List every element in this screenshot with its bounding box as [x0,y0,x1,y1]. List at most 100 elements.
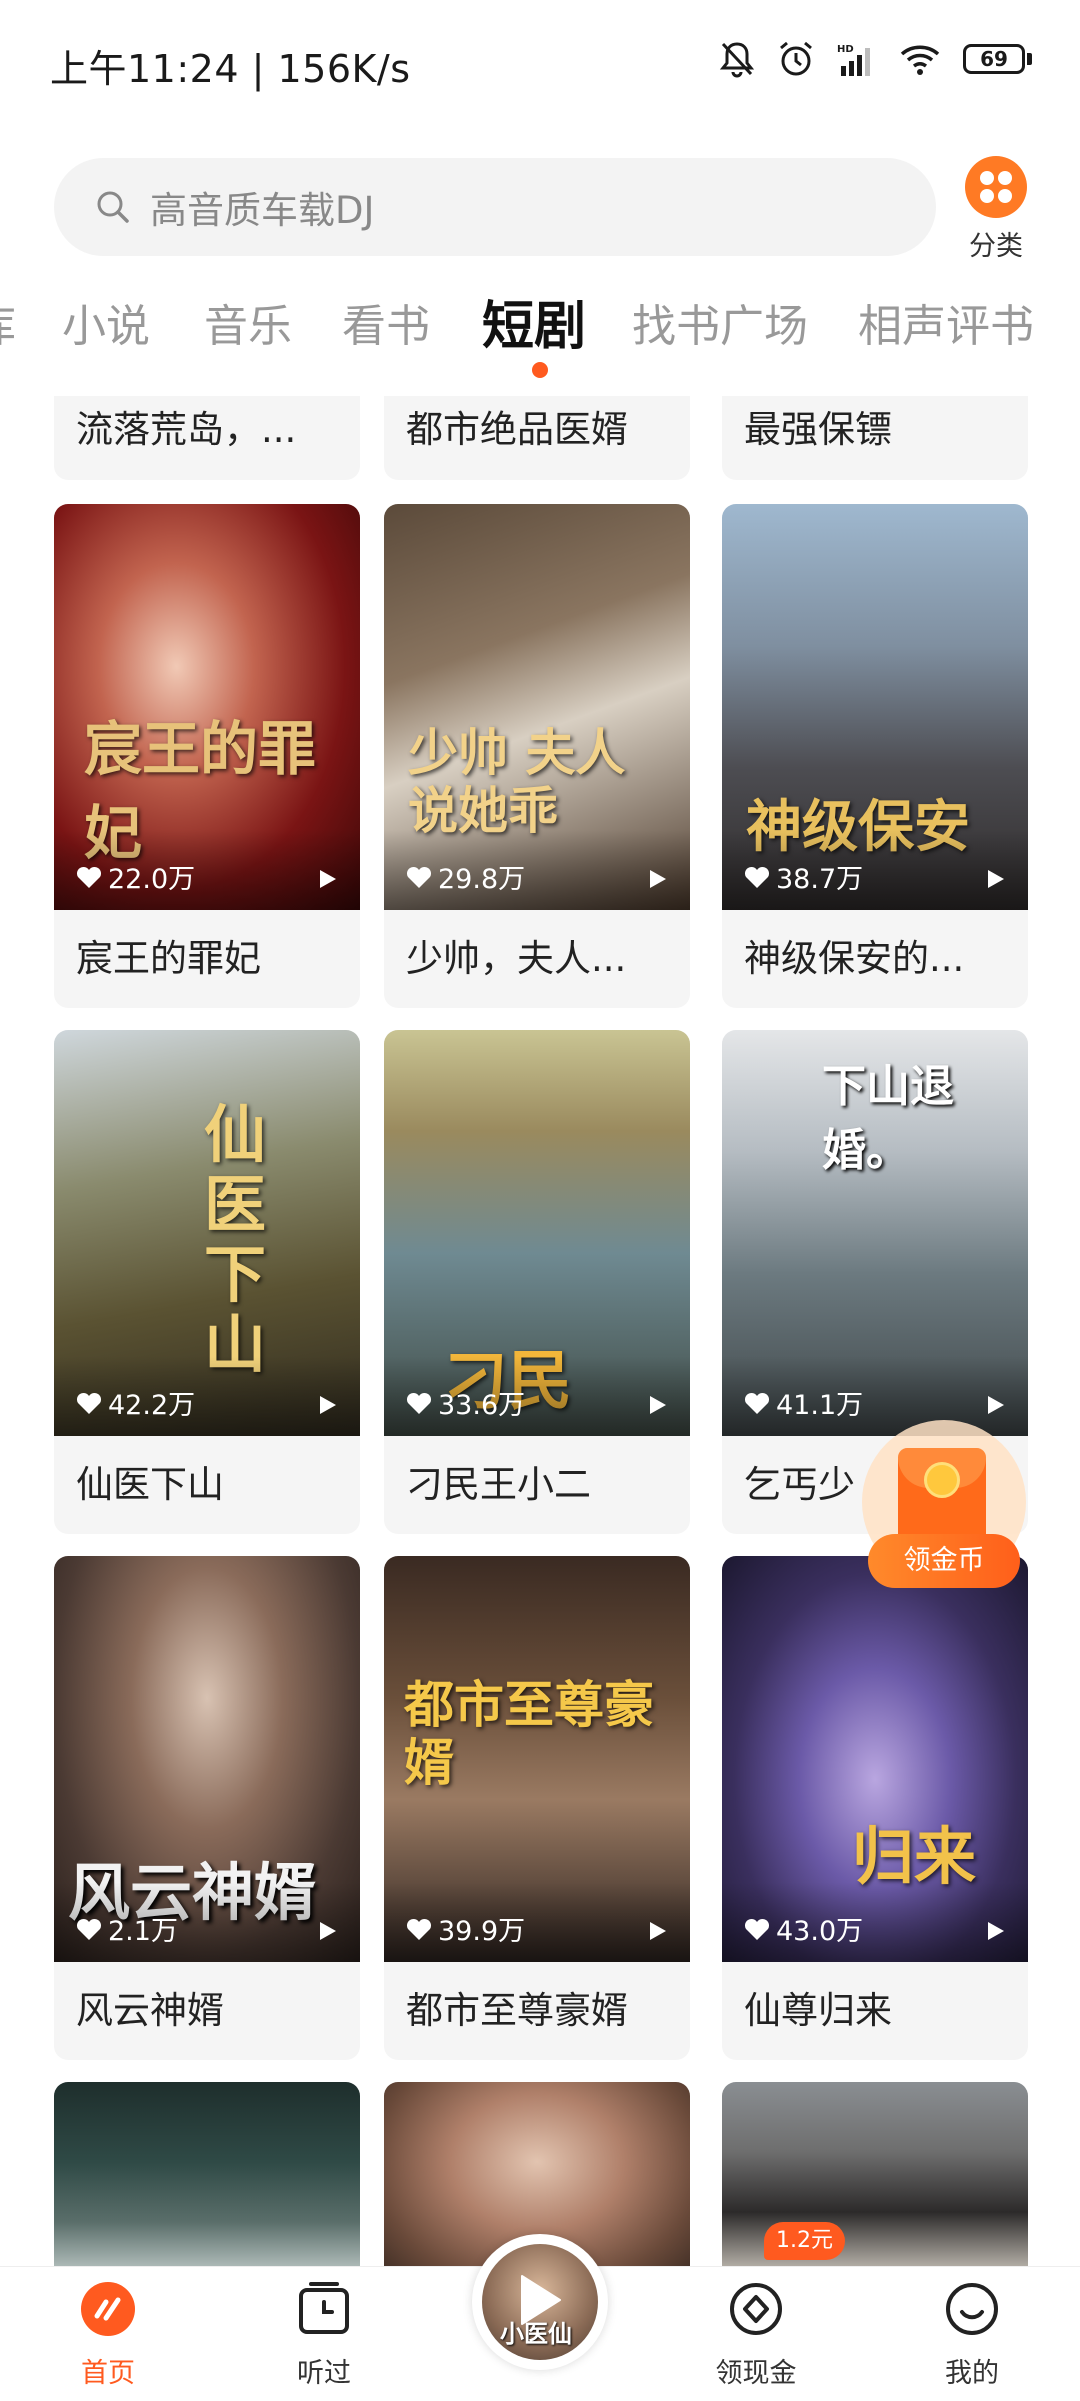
tab-reading[interactable]: 看书 [342,290,430,354]
likes-count: 39.9万 [406,1909,525,1948]
likes-value: 29.8万 [438,864,526,895]
drama-poster[interactable]: 少帅 夫人说她乖 29.8万 [384,504,690,910]
heart-icon [406,1918,432,1940]
likes-value: 42.2万 [108,1390,196,1421]
cash-badge: 1.2元 [764,2222,845,2260]
heart-icon [744,1918,770,1940]
drama-title: 都市绝品医婿 [406,408,628,451]
mute-bell-icon [719,42,755,78]
heart-icon [76,1392,102,1414]
drama-card[interactable] [54,2082,360,2266]
status-bar: 上午11:24 | 156K/s HD 69 [0,0,1080,128]
drama-poster[interactable]: 仙医下山 42.2万 [54,1030,360,1436]
play-icon [320,1396,336,1414]
play-icon [988,870,1004,888]
play-icon[interactable] [516,2270,564,2330]
likes-count: 43.0万 [744,1909,863,1948]
likes-count: 33.6万 [406,1383,525,1422]
tab-short-drama[interactable]: 短剧 [482,284,586,359]
nav-home-label: 首页 [81,2358,135,2389]
drama-poster[interactable]: 下山退婚。 41.1万 [722,1030,1028,1436]
likes-count: 41.1万 [744,1383,863,1422]
drama-card[interactable]: 神级保安 38.7万 神级保安的... [722,504,1028,1008]
likes-value: 38.7万 [776,864,864,895]
drama-card[interactable]: 归来 43.0万 仙尊归来 [722,1556,1028,2060]
svg-text:HD: HD [837,44,854,55]
likes-count: 2.1万 [76,1909,178,1948]
likes-value: 2.1万 [108,1916,178,1947]
play-icon [988,1922,1004,1940]
heart-icon [76,1918,102,1940]
drama-card[interactable]: 都市至尊豪婿 39.9万 都市至尊豪婿 [384,1556,690,2060]
drama-card[interactable]: 风云神婿 2.1万 风云神婿 [54,1556,360,2060]
tab-music[interactable]: 音乐 [204,290,292,354]
likes-count: 22.0万 [76,857,195,896]
drama-card[interactable]: 刁民 33.6万 刁民王小二 [384,1030,690,1534]
search-input[interactable]: 高音质车载DJ [54,158,936,256]
tab-crosstalk[interactable]: 相声评书 [858,290,1034,354]
tab-novel[interactable]: 小说 [62,290,150,354]
drama-title: 刁民王小二 [406,1463,591,1506]
drama-title: 都市至尊豪婿 [406,1989,628,2032]
profile-smile-icon [946,2283,998,2335]
category-icon [965,156,1027,218]
likes-value: 41.1万 [776,1390,864,1421]
drama-title: 最强保镖 [744,408,892,451]
likes-value: 22.0万 [108,864,196,895]
active-tab-indicator [532,362,548,378]
history-clock-icon [299,2282,349,2334]
drama-poster[interactable]: 归来 43.0万 [722,1556,1028,1962]
coin-reward-widget[interactable]: 领金币 [862,1420,1026,1590]
drama-card[interactable]: 都市绝品医婿 [384,396,690,480]
drama-card[interactable]: 流落荒岛，... [54,396,360,480]
play-icon [988,1396,1004,1414]
cash-coin-icon [730,2283,782,2335]
status-icons: HD 69 [719,40,1032,78]
drama-card[interactable]: 少帅 夫人说她乖 29.8万 少帅，夫人... [384,504,690,1008]
drama-poster[interactable]: 风云神婿 2.1万 [54,1556,360,1962]
nav-cash[interactable]: 领现金 [686,2275,826,2390]
drama-card[interactable]: 宸王的罪妃 22.0万 宸王的罪妃 [54,504,360,1008]
heart-icon [406,866,432,888]
cellular-signal-icon: HD [837,44,870,76]
poster-text: 都市至尊豪婿 [404,1675,654,1792]
search-icon [94,188,132,226]
play-icon [650,1396,666,1414]
heart-icon [744,866,770,888]
poster-text: 仙医下山 [204,1098,267,1381]
nav-history[interactable]: 听过 [254,2275,394,2390]
nav-profile[interactable]: 我的 [902,2275,1042,2390]
alarm-icon [780,41,812,76]
drama-poster[interactable] [54,2082,360,2266]
now-playing-disc[interactable]: 小医仙 [472,2234,608,2370]
tab-book-plaza[interactable]: 找书广场 [632,290,808,354]
nav-home[interactable]: 首页 [38,2275,178,2390]
drama-title: 仙医下山 [76,1463,224,1506]
likes-count: 29.8万 [406,857,525,896]
tab-partial[interactable]: 库 [0,290,16,354]
drama-poster[interactable]: 都市至尊豪婿 39.9万 [384,1556,690,1962]
drama-title: 神级保安的... [744,937,965,980]
drama-title: 少帅，夫人... [406,937,627,980]
drama-poster[interactable]: 神级保安 38.7万 [722,504,1028,910]
drama-title: 仙尊归来 [744,1989,892,2032]
heart-icon [76,866,102,888]
heart-icon [744,1392,770,1414]
drama-poster[interactable]: 宸王的罪妃 22.0万 [54,504,360,910]
category-label: 分类 [969,231,1023,262]
search-placeholder: 高音质车载DJ [150,189,375,232]
play-icon [650,1922,666,1940]
nav-cash-label: 领现金 [715,2358,797,2389]
drama-card[interactable]: 最强保镖 [722,396,1028,480]
play-icon [320,870,336,888]
likes-value: 33.6万 [438,1390,526,1421]
play-icon [320,1922,336,1940]
nav-history-label: 听过 [297,2358,351,2389]
category-button[interactable]: 分类 [956,156,1036,262]
heart-icon [406,1392,432,1414]
drama-card[interactable]: 仙医下山 42.2万 仙医下山 [54,1030,360,1534]
drama-title: 宸王的罪妃 [76,937,261,980]
poster-text: 少帅 夫人说她乖 [408,723,626,840]
status-time-speed: 上午11:24 | 156K/s [50,47,411,91]
drama-poster[interactable]: 刁民 33.6万 [384,1030,690,1436]
